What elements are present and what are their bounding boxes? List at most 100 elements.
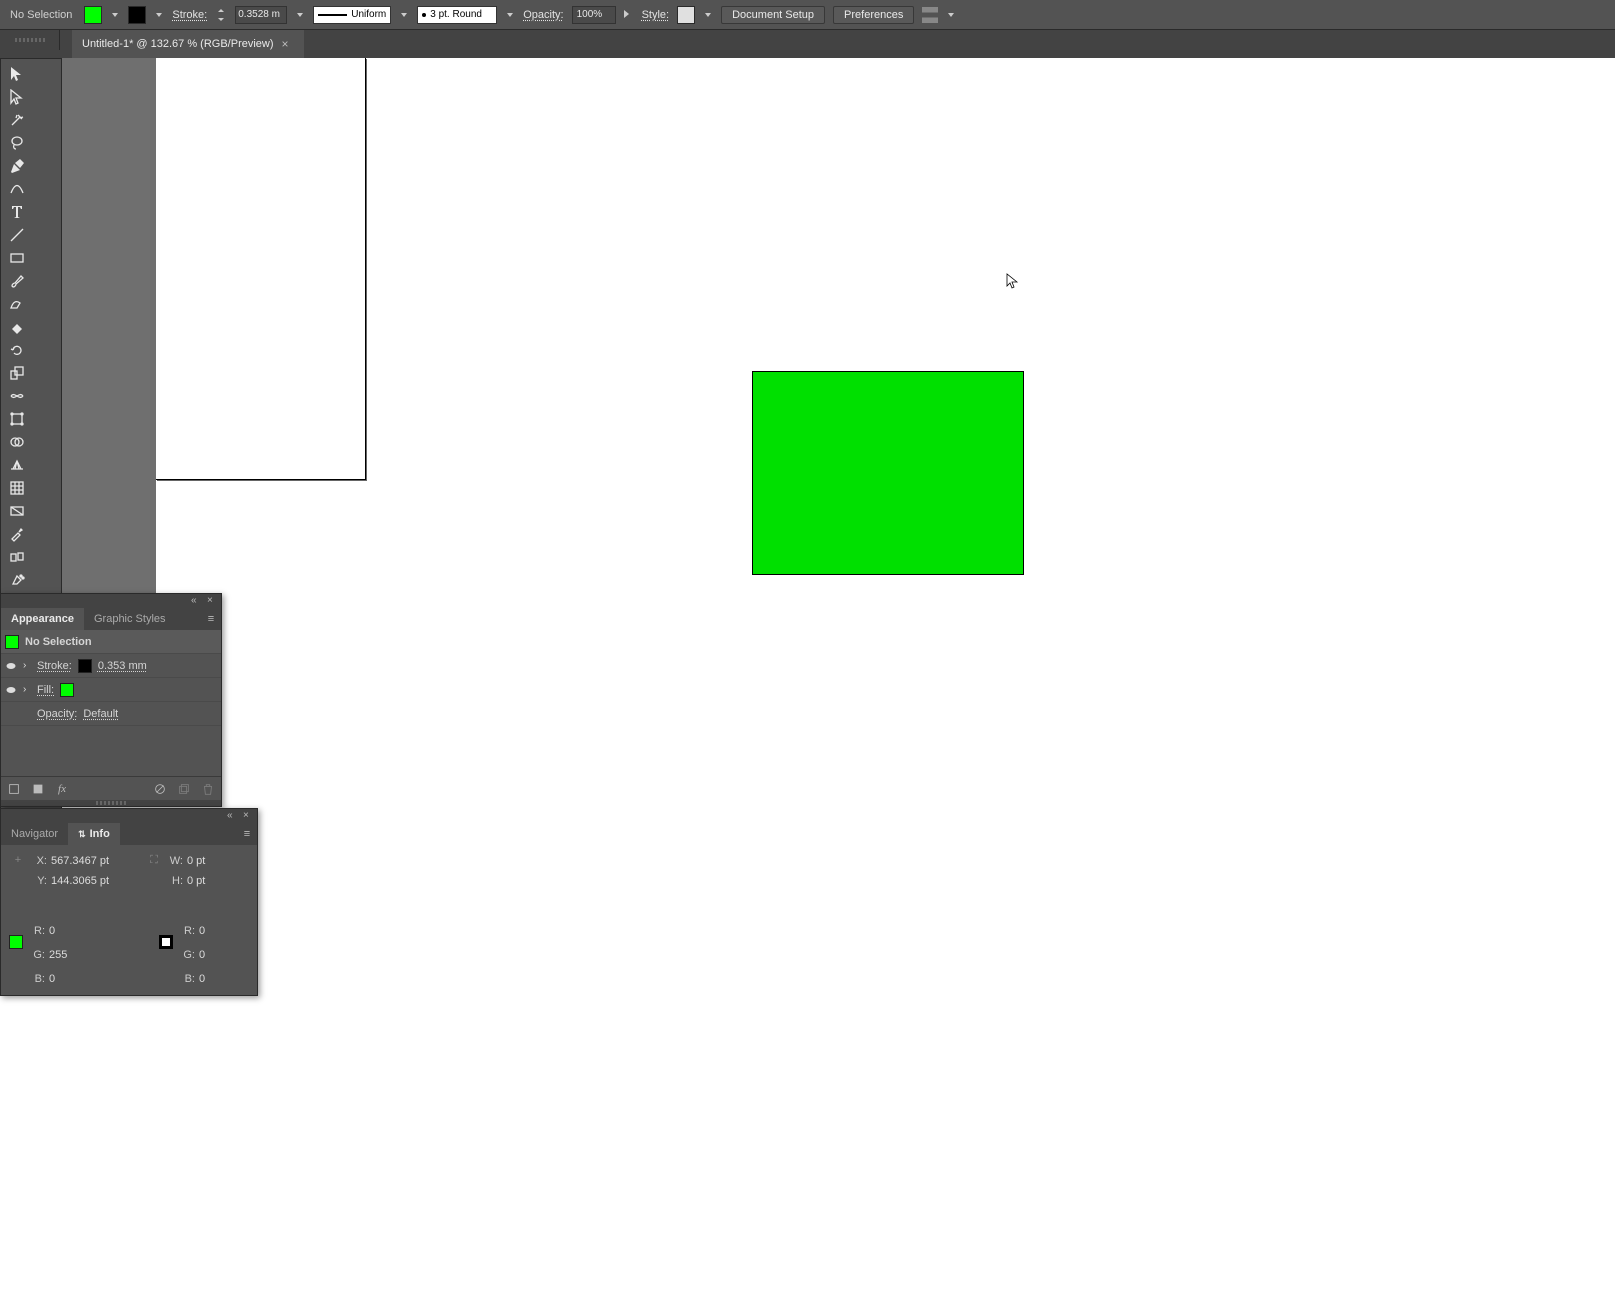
stroke-value-input[interactable]: 0.3528 m [235, 6, 287, 24]
selection-status: No Selection [6, 9, 76, 21]
stroke-dropdown[interactable] [154, 8, 164, 22]
selection-tool[interactable] [3, 63, 31, 85]
lasso-tool[interactable] [3, 132, 31, 154]
eyedropper-tool[interactable] [3, 523, 31, 545]
mesh-tool[interactable] [3, 477, 31, 499]
appearance-panel: « × Appearance Graphic Styles No Selecti… [0, 593, 222, 807]
panel-header[interactable]: « × [1, 594, 221, 608]
preferences-button[interactable]: Preferences [833, 6, 914, 24]
stroke-type-dropdown[interactable] [399, 8, 409, 22]
brush-select[interactable]: 3 pt. Round [417, 6, 497, 24]
panel-header[interactable]: « × [1, 809, 257, 823]
align-dropdown[interactable] [946, 8, 956, 22]
fill-color-thumbnail[interactable] [60, 683, 74, 697]
delete-icon[interactable] [201, 782, 215, 796]
opacity-arrow-icon[interactable] [624, 10, 634, 20]
fill-g: 255 [49, 949, 119, 961]
stroke-row[interactable]: › Stroke: 0.353 mm [1, 654, 221, 678]
document-tab-strip: Untitled-1* @ 132.67 % (RGB/Preview) × [0, 30, 1615, 58]
curvature-tool[interactable] [3, 178, 31, 200]
eraser-tool[interactable] [3, 316, 31, 338]
info-panel: « × Navigator ⇅Info + X:567.3467 pt Y:14… [0, 808, 258, 996]
visibility-icon[interactable] [5, 660, 17, 672]
shape-builder-tool[interactable] [3, 431, 31, 453]
free-transform-tool[interactable] [3, 408, 31, 430]
visibility-icon[interactable] [5, 708, 17, 720]
tab-info[interactable]: ⇅Info [68, 823, 120, 845]
h-value: 0 pt [187, 875, 257, 887]
opacity-row[interactable]: Opacity: Default [1, 702, 221, 726]
add-stroke-icon[interactable] [7, 782, 21, 796]
perspective-grid-tool[interactable] [3, 454, 31, 476]
fill-label[interactable]: Fill: [37, 684, 54, 696]
collapse-icon[interactable]: « [191, 596, 201, 606]
appearance-title-row: No Selection [1, 630, 221, 654]
close-tab-icon[interactable]: × [282, 38, 294, 50]
rectangle-object[interactable] [752, 371, 1024, 575]
tab-navigator[interactable]: Navigator [1, 823, 68, 845]
close-panel-icon[interactable]: × [243, 811, 253, 821]
stroke-b: 0 [199, 973, 269, 985]
width-tool[interactable] [3, 385, 31, 407]
add-effect-icon[interactable]: fx [55, 782, 69, 796]
visibility-icon[interactable] [5, 684, 17, 696]
dimensions-icon: ⛶ [145, 851, 163, 869]
stroke-label[interactable]: Stroke: [37, 660, 72, 672]
opacity-input[interactable]: 100% [572, 6, 616, 24]
magic-wand-tool[interactable] [3, 109, 31, 131]
fill-swatch[interactable] [84, 6, 102, 24]
scale-tool[interactable] [3, 362, 31, 384]
align-icon[interactable] [922, 7, 938, 23]
stroke-value[interactable]: 0.353 mm [98, 660, 147, 672]
stroke-label: Stroke: [172, 9, 207, 21]
expand-icon[interactable]: › [23, 684, 31, 695]
document-tab[interactable]: Untitled-1* @ 132.67 % (RGB/Preview) × [72, 30, 304, 58]
y-label: Y: [31, 875, 47, 887]
duplicate-icon[interactable] [177, 782, 191, 796]
appearance-title: No Selection [25, 636, 92, 648]
fill-dropdown[interactable] [110, 8, 120, 22]
gradient-tool[interactable] [3, 500, 31, 522]
close-panel-icon[interactable]: × [207, 596, 217, 606]
opacity-row-label[interactable]: Opacity: [37, 708, 77, 720]
pen-tool[interactable] [3, 155, 31, 177]
w-value: 0 pt [187, 855, 257, 867]
tab-appearance[interactable]: Appearance [1, 608, 84, 630]
style-swatch[interactable] [677, 6, 695, 24]
add-fill-icon[interactable] [31, 782, 45, 796]
panel-menu-icon[interactable] [201, 608, 221, 630]
fill-readout-swatch [9, 935, 23, 949]
rotate-tool[interactable] [3, 339, 31, 361]
fill-r: 0 [49, 925, 119, 937]
tab-graphic-styles[interactable]: Graphic Styles [84, 608, 176, 630]
collapse-icon[interactable]: « [227, 811, 237, 821]
blend-tool[interactable] [3, 546, 31, 568]
type-tool[interactable] [3, 201, 31, 223]
stroke-readout-swatch [159, 935, 173, 949]
rectangle-tool[interactable] [3, 247, 31, 269]
clear-icon[interactable] [153, 782, 167, 796]
stroke-type-select[interactable]: Uniform [313, 6, 391, 24]
document-setup-button[interactable]: Document Setup [721, 6, 825, 24]
brush-dropdown[interactable] [505, 8, 515, 22]
object-thumbnail[interactable] [5, 635, 19, 649]
stroke-swatch[interactable] [128, 6, 146, 24]
line-segment-tool[interactable] [3, 224, 31, 246]
dock-stub[interactable] [0, 30, 60, 50]
paintbrush-tool[interactable] [3, 270, 31, 292]
stroke-color-thumbnail[interactable] [78, 659, 92, 673]
panel-tabs: Appearance Graphic Styles [1, 608, 221, 630]
style-label: Style: [642, 9, 670, 21]
fill-row[interactable]: › Fill: [1, 678, 221, 702]
direct-selection-tool[interactable] [3, 86, 31, 108]
stroke-value-dropdown[interactable] [295, 8, 305, 22]
style-dropdown[interactable] [703, 8, 713, 22]
expand-icon[interactable]: › [23, 660, 31, 671]
crosshair-icon: + [9, 851, 27, 869]
panel-menu-icon[interactable] [237, 823, 257, 845]
symbol-sprayer-tool[interactable] [3, 569, 31, 591]
shaper-tool[interactable] [3, 293, 31, 315]
stroke-stepper[interactable] [215, 6, 227, 24]
canvas-area[interactable] [62, 58, 1615, 1300]
opacity-row-value[interactable]: Default [83, 708, 118, 720]
